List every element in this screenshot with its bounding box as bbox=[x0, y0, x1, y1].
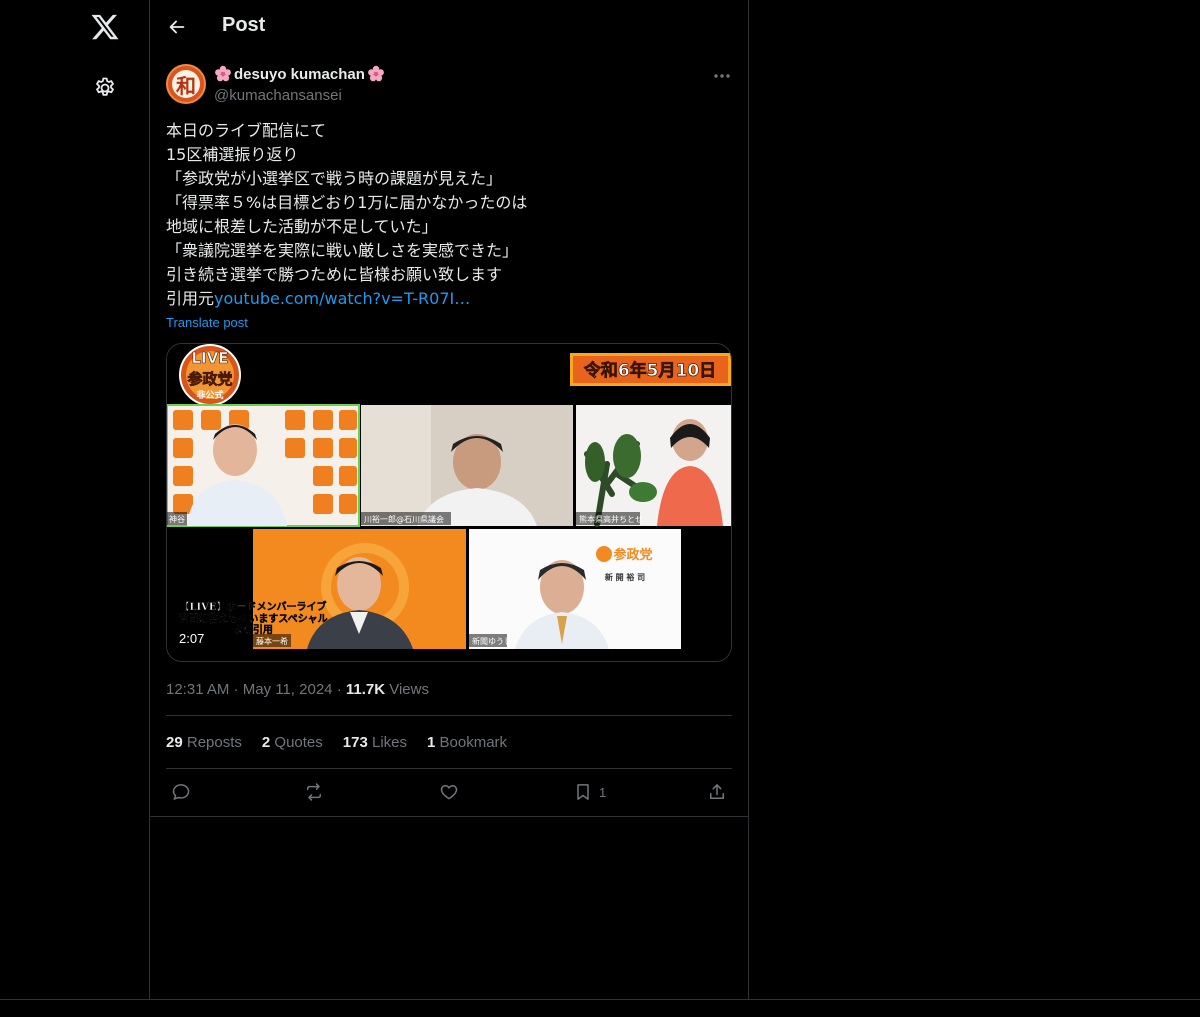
date-banner: 令和6年5月10日 bbox=[584, 360, 716, 381]
engagement-stats: 29 Reposts 2 Quotes 173 Likes 1 Bookmark bbox=[166, 734, 507, 751]
post-text: 本日のライブ配信にて 15区補選振り返り 「参政党が小選挙区で戦う時の課題が見え… bbox=[166, 119, 726, 311]
divider bbox=[166, 715, 732, 716]
post-line-link: 引用元youtube.com/watch?v=T-R07I… bbox=[166, 287, 726, 311]
avatar-glyph: 和 bbox=[172, 70, 200, 98]
post-time[interactable]: 12:31 AM bbox=[166, 681, 229, 698]
video-caption: より引用 bbox=[233, 623, 273, 636]
views-label: Views bbox=[389, 681, 429, 698]
bookmark-icon bbox=[577, 784, 589, 800]
share-button[interactable] bbox=[707, 780, 727, 804]
action-bar: 1 bbox=[166, 780, 732, 804]
bookmarks-stat[interactable]: 1 Bookmark bbox=[427, 734, 507, 751]
tile-label: 川裕一郎@石川県議会 bbox=[364, 514, 444, 524]
sponsor-name: 新 開 裕 司 bbox=[605, 572, 645, 582]
reply-button[interactable] bbox=[171, 780, 191, 804]
reply-icon bbox=[172, 784, 190, 800]
bookmark-count: 1 bbox=[599, 784, 607, 800]
repost-icon bbox=[307, 783, 321, 801]
author-name-text: desuyo kumachan bbox=[234, 65, 365, 83]
live-badge: LIVE bbox=[192, 349, 229, 367]
post-line: 引き続き選挙で勝つために皆様お願い致します bbox=[166, 265, 503, 284]
post-line: 本日のライブ配信にて bbox=[166, 121, 327, 140]
main-column: Post 和 desuyo kumachan @kumachansansei 本… bbox=[149, 0, 749, 1000]
video-caption: 質問に答えちゃいますスペシャル bbox=[178, 612, 327, 625]
page-title: Post bbox=[222, 14, 266, 36]
post-date[interactable]: May 11, 2024 bbox=[243, 681, 333, 698]
tile-label: 熊本県高井ちとせ bbox=[579, 514, 643, 524]
video-frame: LIVE 参政党 非公式 令和6年5月10日 神谷 川裕一郎@石川県議会 熊本県… bbox=[167, 344, 731, 661]
sponsor-logo: 参政党 bbox=[613, 547, 652, 563]
likes-stat[interactable]: 173 Likes bbox=[343, 734, 407, 751]
divider bbox=[166, 768, 732, 769]
quotes-stat[interactable]: 2 Quotes bbox=[262, 734, 323, 751]
post-line: 15区補選振り返り bbox=[166, 145, 299, 164]
video-caption: 【LIVE】ボードメンバーライブ bbox=[179, 600, 326, 613]
repost-button[interactable] bbox=[304, 780, 324, 804]
reposts-stat[interactable]: 29 Reposts bbox=[166, 734, 242, 751]
link-prefix: 引用元 bbox=[166, 289, 215, 308]
x-logo-icon[interactable] bbox=[90, 12, 120, 42]
post-line: 「参政党が小選挙区で戦う時の課題が見えた」 bbox=[166, 169, 503, 188]
page-bottom-border bbox=[0, 999, 1200, 1000]
post-meta: 12:31 AM · May 11, 2024 · 11.7K Views bbox=[166, 681, 429, 698]
youtube-link[interactable]: youtube.com/watch?v=T-R07I… bbox=[214, 289, 470, 308]
badge-subtitle: 非公式 bbox=[196, 389, 223, 401]
meta-separator: · bbox=[233, 681, 243, 698]
like-button[interactable] bbox=[439, 780, 459, 804]
cherry-blossom-icon bbox=[215, 65, 231, 82]
more-options-icon[interactable] bbox=[712, 66, 732, 86]
author-handle[interactable]: @kumachansansei bbox=[214, 87, 342, 104]
post-line: 「得票率５%は目標どおり1万に届かなかったのは bbox=[166, 193, 528, 212]
video-duration: 2:07 bbox=[179, 631, 205, 646]
avatar[interactable]: 和 bbox=[166, 64, 206, 104]
tile-label: 新聞ゆうじ bbox=[472, 636, 512, 646]
cherry-blossom-icon bbox=[367, 65, 384, 82]
author-display-name[interactable]: desuyo kumachan bbox=[214, 65, 385, 83]
post-line: 「衆議院選挙を実際に戦い厳しさを実感できた」 bbox=[166, 241, 519, 260]
tile-label: 藤本一希 bbox=[256, 636, 288, 646]
tile-label: 神谷 bbox=[169, 514, 185, 524]
gear-icon[interactable] bbox=[93, 76, 117, 100]
heart-icon bbox=[440, 785, 458, 800]
bookmark-button[interactable]: 1 bbox=[573, 780, 606, 804]
badge-party: 参政党 bbox=[187, 370, 232, 388]
translate-post-link[interactable]: Translate post bbox=[166, 315, 248, 330]
share-icon bbox=[710, 784, 724, 799]
meta-separator: · bbox=[336, 681, 346, 698]
page-header: Post bbox=[150, 0, 748, 54]
divider bbox=[150, 816, 748, 817]
video-thumbnail[interactable]: LIVE 参政党 非公式 令和6年5月10日 神谷 川裕一郎@石川県議会 熊本県… bbox=[166, 343, 732, 662]
post-line: 地域に根差した活動が不足していた」 bbox=[166, 217, 438, 236]
left-nav bbox=[0, 0, 150, 1017]
back-arrow-icon[interactable] bbox=[166, 16, 188, 38]
views-count: 11.7K bbox=[345, 681, 386, 698]
